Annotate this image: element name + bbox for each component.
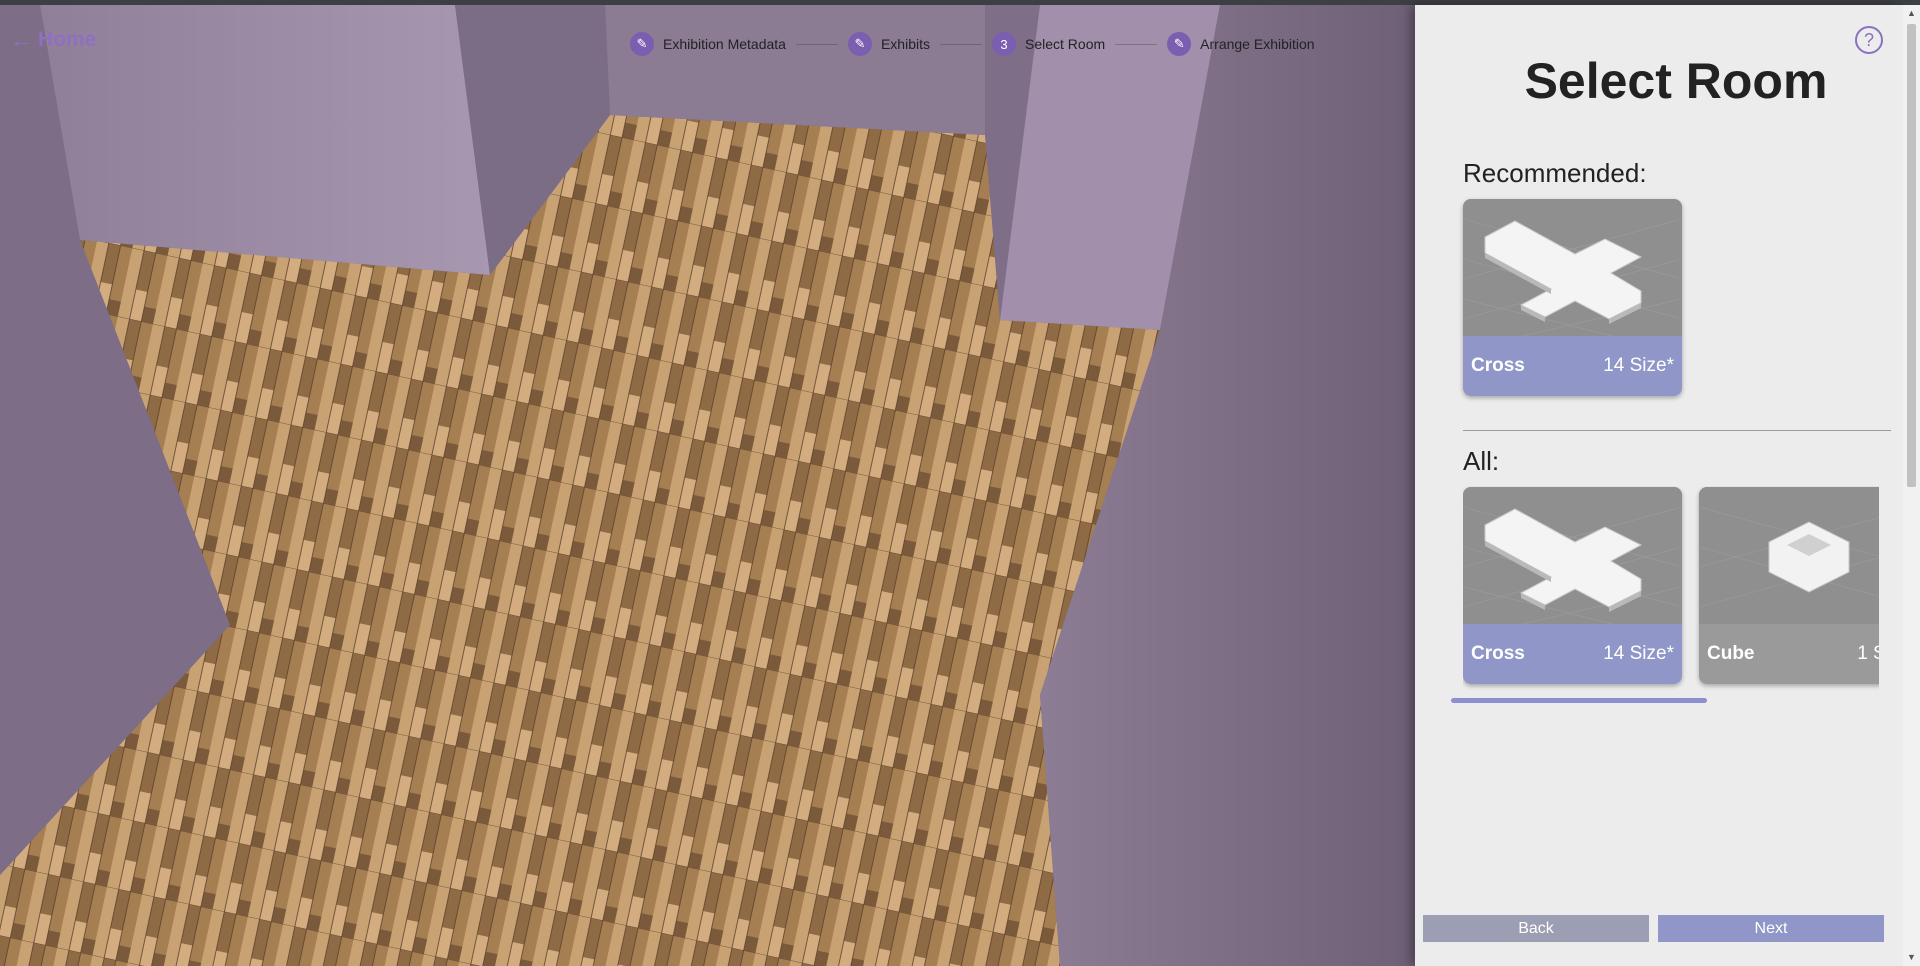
- cube-room-thumbnail: [1699, 487, 1879, 624]
- room-name: Cross: [1471, 643, 1525, 664]
- carousel-scrollbar[interactable]: [1451, 698, 1707, 703]
- pencil-icon: ✎: [630, 32, 654, 56]
- step-number: 3: [992, 32, 1016, 56]
- all-rooms-carousel[interactable]: Cross 14 Size* Cube 1 Size: [1463, 486, 1879, 701]
- step-select-room[interactable]: 3 Select Room: [992, 32, 1105, 56]
- step-exhibits[interactable]: ✎ Exhibits: [847, 32, 930, 56]
- all-heading: All:: [1463, 446, 1500, 476]
- room-name: Cross: [1471, 355, 1525, 376]
- step-arrange-exhibition[interactable]: ✎ Arrange Exhibition: [1167, 32, 1315, 56]
- pencil-icon: ✎: [1167, 32, 1192, 56]
- page-title: Select Room: [1524, 53, 1828, 109]
- step-label: Exhibition Metadata: [663, 36, 786, 52]
- section-divider: [1463, 430, 1891, 431]
- cross-room-thumbnail: [1463, 487, 1682, 625]
- help-icon[interactable]: ?: [1855, 26, 1883, 54]
- step-exhibition-metadata[interactable]: ✎ Exhibition Metadata: [630, 32, 786, 56]
- card-footer: Cube 1 Size: [1699, 624, 1879, 684]
- step-label: Select Room: [1025, 36, 1106, 52]
- pencil-icon: ✎: [847, 32, 872, 56]
- vertical-scrollbar[interactable]: ▲ ▼: [1903, 5, 1920, 966]
- room-card-cube[interactable]: Cube 1 Size: [1699, 487, 1879, 684]
- recommended-heading: Recommended:: [1463, 158, 1647, 188]
- home-link[interactable]: ← Home: [10, 27, 96, 53]
- step-connector: [940, 43, 982, 45]
- scroll-down-icon[interactable]: ▼: [1903, 949, 1920, 966]
- step-label: Exhibits: [880, 36, 930, 52]
- room-card-recommended-cross[interactable]: Cross 14 Size*: [1463, 199, 1682, 396]
- cross-room-thumbnail: [1463, 199, 1682, 337]
- room-size: 14 Size*: [1603, 355, 1674, 376]
- home-label: Home: [38, 28, 97, 51]
- step-label: Arrange Exhibition: [1200, 36, 1315, 52]
- room-size: 14 Size*: [1603, 643, 1674, 664]
- room-3d-viewport[interactable]: ← Home ✎ Exhibition Metadata ✎ Exhibits …: [0, 5, 1415, 966]
- room-name: Cube: [1707, 643, 1755, 664]
- scrollbar-thumb[interactable]: [1907, 24, 1916, 487]
- step-connector: [1115, 43, 1158, 45]
- back-button[interactable]: Back: [1423, 915, 1649, 942]
- room-card-cross[interactable]: Cross 14 Size*: [1463, 487, 1682, 684]
- scroll-up-icon[interactable]: ▲: [1903, 5, 1920, 22]
- step-connector: [795, 43, 838, 45]
- card-footer: Cross 14 Size*: [1463, 624, 1682, 684]
- room-render: [0, 5, 1415, 966]
- wizard-stepper: ✎ Exhibition Metadata ✎ Exhibits 3 Selec…: [630, 29, 1315, 59]
- room-size: 1 Size: [1857, 643, 1879, 664]
- next-button[interactable]: Next: [1658, 915, 1884, 942]
- card-footer: Cross 14 Size*: [1463, 336, 1682, 396]
- arrow-left-icon: ←: [10, 27, 32, 52]
